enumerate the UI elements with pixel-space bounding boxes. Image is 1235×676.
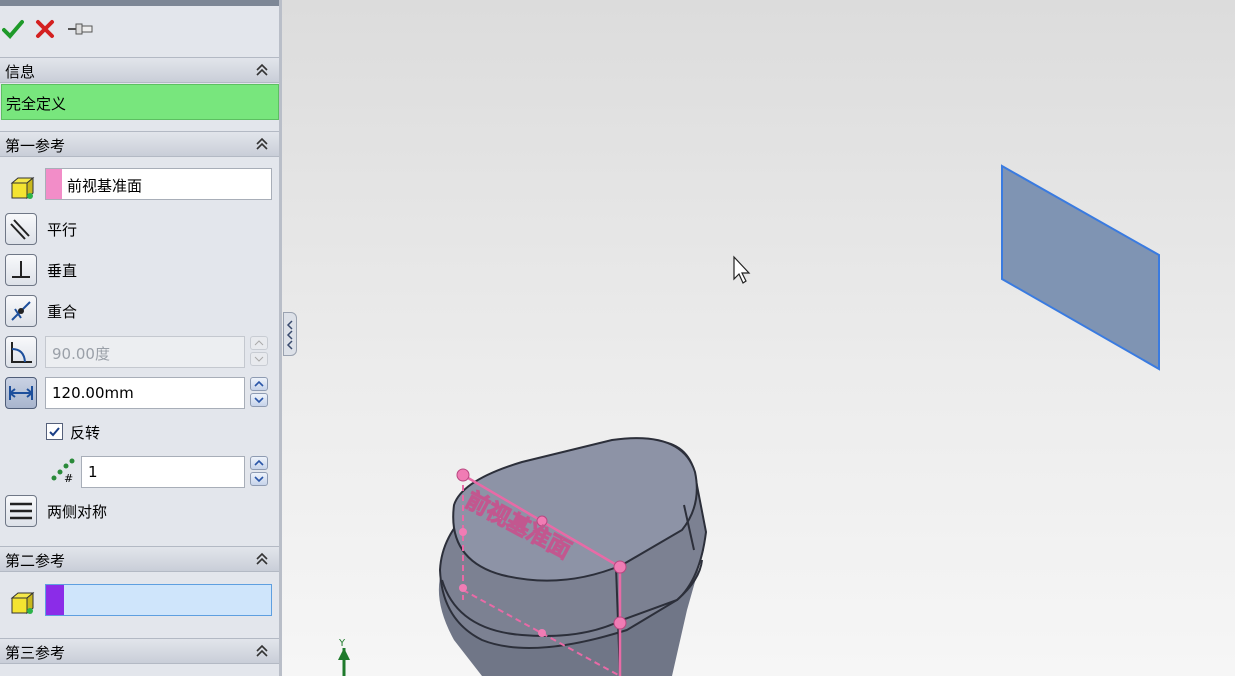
angle-value: 90.00度 xyxy=(52,345,110,363)
perpendicular-icon xyxy=(12,261,30,278)
flip-checkbox[interactable] xyxy=(46,423,63,440)
mid-plane-label: 两侧对称 xyxy=(47,503,108,521)
spin-down-icon[interactable] xyxy=(250,393,268,407)
flip-label: 反转 xyxy=(70,424,101,442)
collapse-icon[interactable] xyxy=(253,550,271,568)
parallel-button[interactable] xyxy=(5,213,37,245)
collapse-icon[interactable] xyxy=(253,135,271,153)
panel-splitter[interactable] xyxy=(283,312,297,356)
second-reference-header[interactable]: 第二参考 xyxy=(0,546,279,572)
instances-field[interactable]: 1 xyxy=(81,456,245,488)
instances-spinner[interactable] xyxy=(250,456,270,488)
collapse-arrows-icon xyxy=(286,320,293,350)
collapse-icon[interactable] xyxy=(253,642,271,660)
mouse-cursor-icon xyxy=(733,255,751,284)
first-reference-field[interactable]: 前视基准面 xyxy=(45,168,272,200)
section-title: 第三参考 xyxy=(5,644,66,662)
parallel-icon xyxy=(10,219,30,240)
spin-up-icon[interactable] xyxy=(250,336,268,350)
perpendicular-label: 垂直 xyxy=(47,262,78,280)
parallel-label: 平行 xyxy=(47,221,78,239)
reference-entity-icon xyxy=(10,176,35,200)
instances-value: 1 xyxy=(88,463,98,481)
distance-icon xyxy=(9,386,33,400)
axis-triad: Y xyxy=(338,638,350,676)
selection-color-swatch xyxy=(46,169,62,199)
panel-toolbar xyxy=(0,12,279,48)
instances-icon: # xyxy=(51,458,75,484)
first-reference-value: 前视基准面 xyxy=(67,177,143,195)
coincident-icon xyxy=(11,301,31,321)
check-icon[interactable] xyxy=(0,12,26,46)
distance-value: 120.00mm xyxy=(52,384,134,402)
angle-button[interactable] xyxy=(5,336,37,368)
graphics-viewport[interactable]: 前视基准面 Y xyxy=(282,0,1235,676)
status-text: 完全定义 xyxy=(6,95,67,113)
panel-title-strip xyxy=(0,0,279,6)
angle-icon xyxy=(11,342,32,363)
first-reference-header[interactable]: 第一参考 xyxy=(0,131,279,157)
coincident-label: 重合 xyxy=(47,303,78,321)
section-title: 第一参考 xyxy=(5,137,66,155)
pushpin-icon[interactable] xyxy=(66,12,96,46)
part-body[interactable] xyxy=(438,437,708,676)
distance-spinner[interactable] xyxy=(250,377,270,409)
distance-field[interactable]: 120.00mm xyxy=(45,377,245,409)
checkmark-icon xyxy=(49,427,60,437)
info-section-header[interactable]: 信息 xyxy=(0,57,279,83)
spin-down-icon[interactable] xyxy=(250,352,268,366)
spin-up-icon[interactable] xyxy=(250,456,268,470)
property-manager: 信息 完全定义 第一参考 前视基准面 平行 垂直 重合 90.00度 120.0… xyxy=(0,0,282,676)
coincident-button[interactable] xyxy=(5,295,37,327)
model-canvas[interactable]: 前视基准面 Y xyxy=(282,0,1235,676)
close-icon[interactable] xyxy=(32,12,58,46)
second-reference-field[interactable] xyxy=(45,584,272,616)
collapse-icon[interactable] xyxy=(253,61,271,79)
y-axis-label: Y xyxy=(338,638,346,649)
mid-plane-icon xyxy=(10,502,32,520)
svg-text:#: # xyxy=(64,472,73,484)
reference-entity-icon xyxy=(10,591,35,615)
angle-spinner[interactable] xyxy=(250,336,270,368)
mid-plane-button[interactable] xyxy=(5,495,37,527)
distance-button[interactable] xyxy=(5,377,37,409)
spin-down-icon[interactable] xyxy=(250,472,268,486)
perpendicular-button[interactable] xyxy=(5,254,37,286)
section-title: 信息 xyxy=(5,63,36,81)
new-plane-preview[interactable] xyxy=(1001,164,1160,371)
spin-up-icon[interactable] xyxy=(250,377,268,391)
selection-color-swatch xyxy=(46,585,64,615)
third-reference-header[interactable]: 第三参考 xyxy=(0,638,279,664)
section-title: 第二参考 xyxy=(5,552,66,570)
status-banner: 完全定义 xyxy=(1,84,279,120)
angle-field[interactable]: 90.00度 xyxy=(45,336,245,368)
